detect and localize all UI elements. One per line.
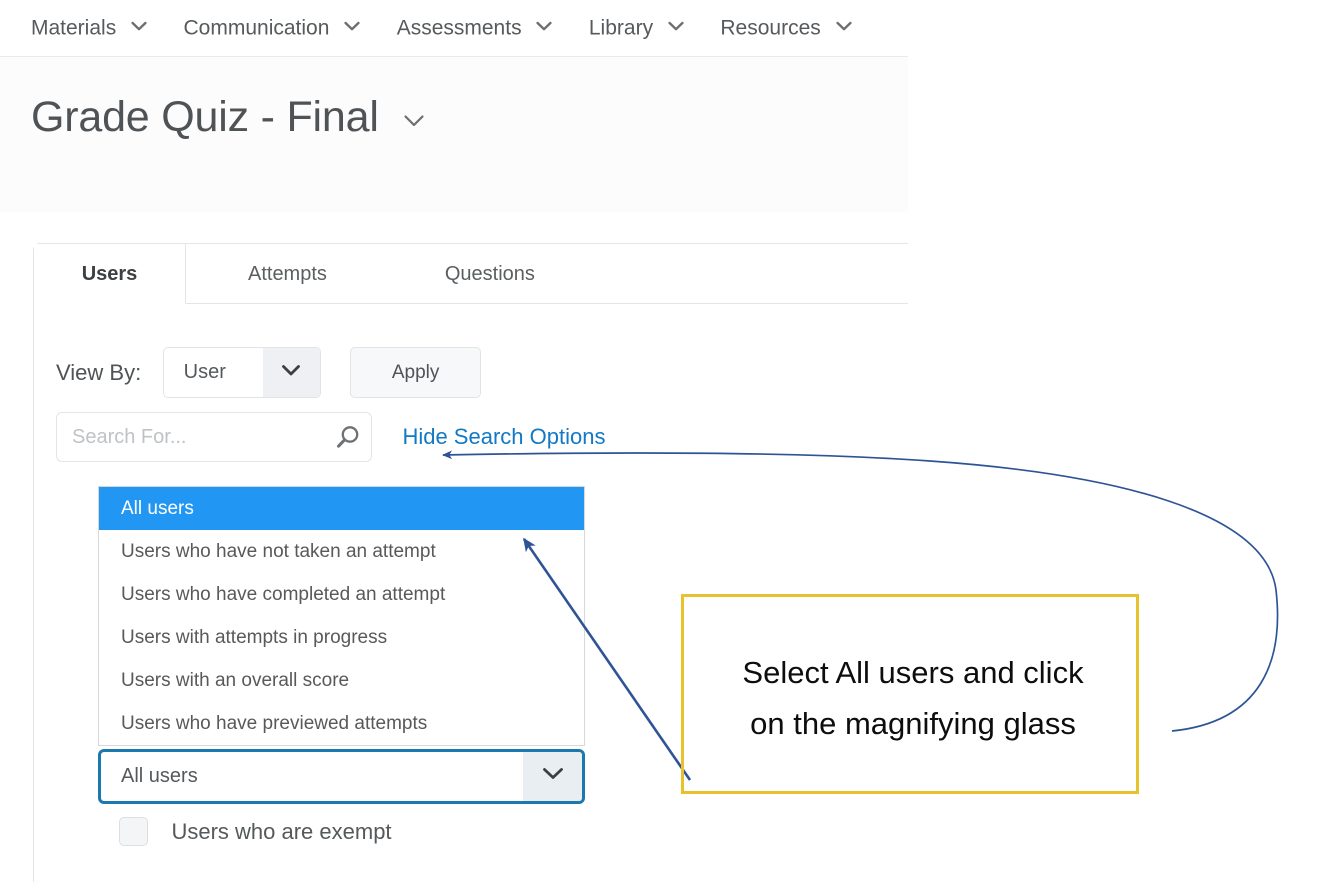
search-input-placeholder: Search For... — [72, 426, 187, 448]
nav-item-communication[interactable]: Communication — [184, 0, 361, 56]
nav-item-label: Assessments — [396, 16, 522, 40]
exempt-filter-row: Users who are exempt — [119, 817, 392, 846]
exempt-checkbox[interactable] — [119, 817, 148, 846]
chevron-down-icon — [536, 21, 553, 32]
list-item-label: All users — [121, 498, 194, 519]
chevron-down-icon[interactable] — [403, 114, 425, 133]
tab-panel: Users Attempts Questions View By: User A… — [33, 243, 908, 882]
user-filter-options-list[interactable]: All users Users who have not taken an at… — [98, 486, 585, 746]
tab-users[interactable]: Users — [34, 244, 186, 304]
top-navigation-bar: Materials Communication Assessments Libr… — [0, 0, 908, 57]
list-item-label: Users with an overall score — [121, 670, 350, 691]
list-item-label: Users who have not taken an attempt — [121, 541, 436, 562]
chevron-down-icon — [131, 21, 147, 32]
view-by-label: View By: — [56, 359, 142, 385]
page-title: Grade Quiz - Final — [31, 93, 379, 141]
tab-label: Questions — [444, 263, 535, 285]
list-item-label: Users who have completed an attempt — [121, 584, 446, 605]
tab-strip: Users Attempts Questions — [34, 244, 908, 304]
tab-label: Attempts — [247, 263, 327, 285]
hide-search-options-link[interactable]: Hide Search Options — [402, 424, 605, 450]
nav-item-label: Communication — [183, 16, 330, 40]
nav-item-label: Library — [588, 16, 654, 40]
user-filter-selected-value: All users — [121, 765, 198, 787]
chevron-down-icon[interactable] — [523, 752, 582, 801]
view-by-row: View By: User Apply — [56, 347, 482, 398]
nav-item-assessments[interactable]: Assessments — [397, 0, 553, 56]
apply-button[interactable]: Apply — [350, 347, 482, 398]
nav-item-label: Resources — [720, 16, 821, 40]
nav-item-resources[interactable]: Resources — [720, 0, 852, 56]
chevron-down-icon[interactable] — [262, 348, 320, 397]
chevron-down-icon — [836, 21, 852, 32]
list-item[interactable]: Users who have previewed attempts — [99, 702, 584, 745]
user-filter-select[interactable]: All users — [98, 749, 585, 804]
view-by-selected-value: User — [183, 361, 226, 383]
page-title-row: Grade Quiz - Final — [31, 93, 425, 142]
list-item[interactable]: Users with an overall score — [99, 659, 584, 702]
view-by-select[interactable]: User — [162, 347, 321, 398]
chevron-down-icon — [668, 21, 684, 32]
chevron-down-icon — [344, 21, 360, 32]
nav-item-materials[interactable]: Materials — [31, 0, 147, 56]
search-icon[interactable] — [332, 423, 362, 453]
search-row: Search For... Hide Search Options — [56, 412, 605, 462]
exempt-checkbox-label: Users who are exempt — [171, 818, 392, 844]
page-header: Grade Quiz - Final — [0, 57, 908, 212]
list-item-label: Users who have previewed attempts — [121, 713, 428, 734]
tab-label: Users — [81, 263, 138, 285]
application-content-region: Materials Communication Assessments Libr… — [0, 0, 908, 882]
nav-item-library[interactable]: Library — [589, 0, 684, 56]
list-item-label: Users with attempts in progress — [121, 627, 388, 648]
apply-button-label: Apply — [391, 362, 440, 383]
list-item[interactable]: Users who have completed an attempt — [99, 573, 584, 616]
list-item[interactable]: All users — [99, 487, 584, 530]
nav-item-label: Materials — [31, 16, 117, 40]
tab-attempts[interactable]: Attempts — [190, 244, 384, 304]
tab-questions[interactable]: Questions — [389, 244, 591, 304]
list-item[interactable]: Users with attempts in progress — [99, 616, 584, 659]
search-input[interactable]: Search For... — [56, 412, 372, 462]
list-item[interactable]: Users who have not taken an attempt — [99, 530, 584, 573]
